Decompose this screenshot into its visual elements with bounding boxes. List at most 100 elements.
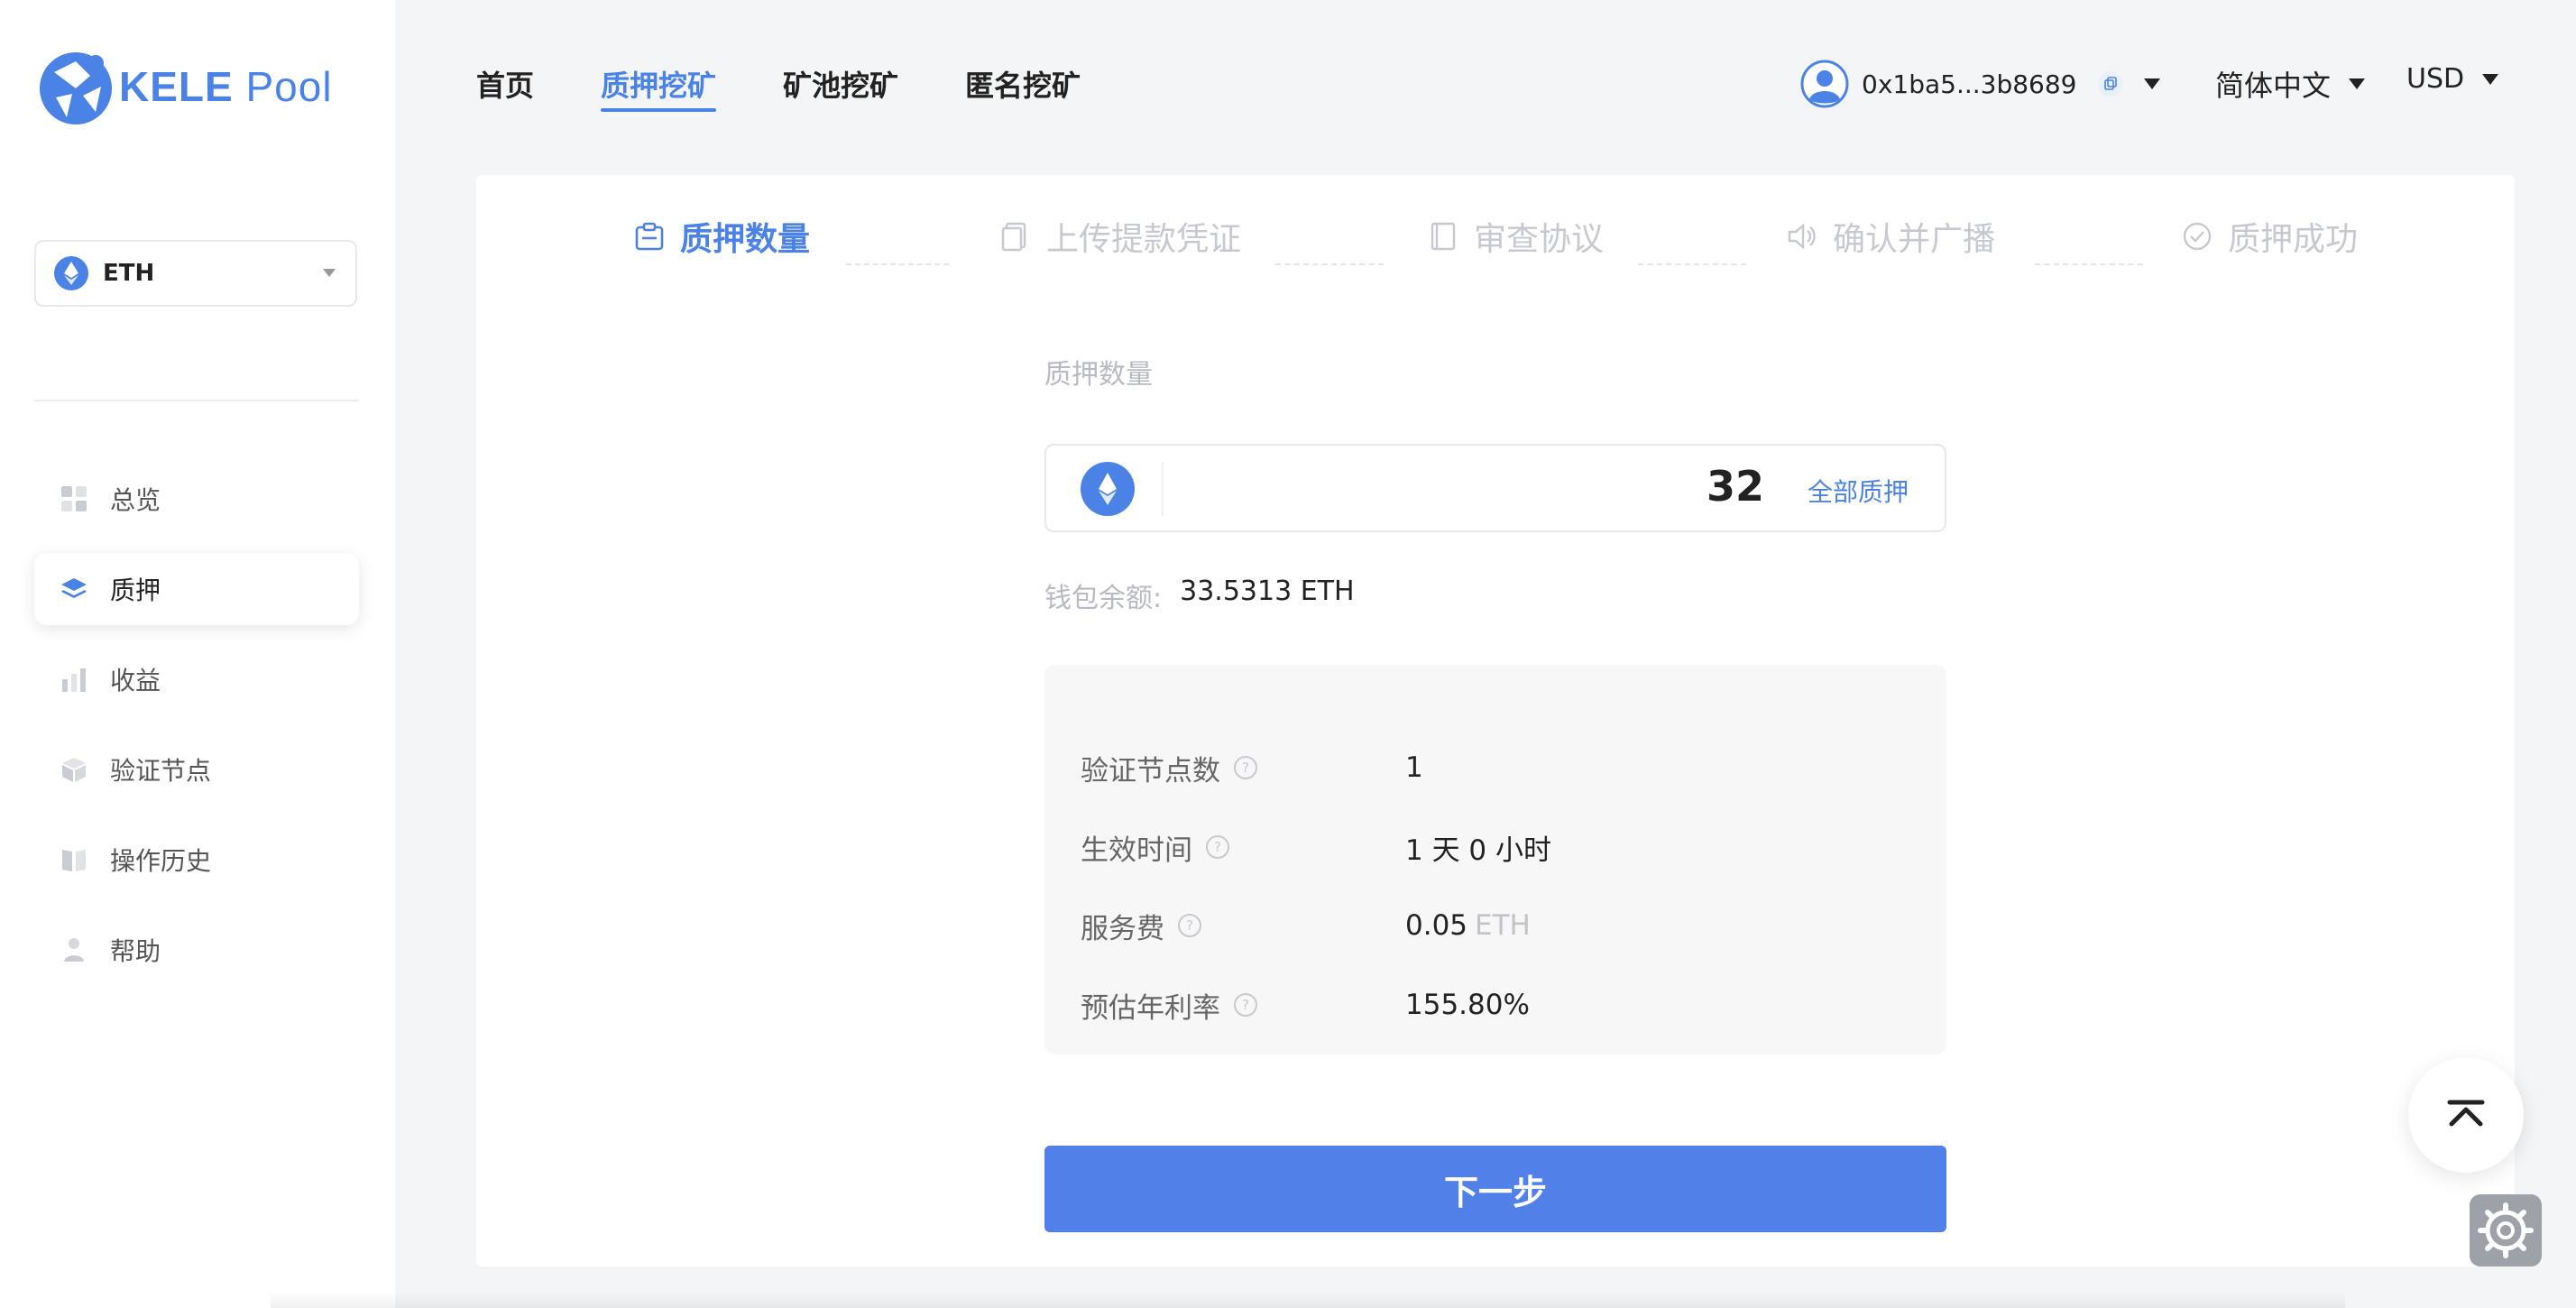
clipboard-icon xyxy=(635,222,664,251)
svg-text:?: ? xyxy=(1242,760,1249,776)
brand-logo[interactable]: KELE Pool xyxy=(36,45,333,128)
detail-label: 服务费 xyxy=(1081,912,1164,945)
arrow-up-to-top-icon xyxy=(2447,1100,2485,1127)
detail-row-apr: 预估年利率 ? 155.80% xyxy=(1081,982,1910,1027)
step-label: 确认并广播 xyxy=(1833,221,1996,258)
speaker-icon xyxy=(1788,223,1816,250)
notebook-icon xyxy=(1431,222,1456,251)
question-icon[interactable]: ? xyxy=(1177,913,1202,938)
next-step-button[interactable]: 下一步 xyxy=(1044,1146,1946,1232)
sidebar-divider xyxy=(34,400,359,401)
step-review-agreement: 审查协议 xyxy=(1427,207,1604,265)
step-stake-success: 质押成功 xyxy=(2181,207,2358,265)
chevron-down-icon xyxy=(2482,73,2499,85)
language-value: 简体中文 xyxy=(2215,69,2332,103)
question-icon[interactable]: ? xyxy=(1233,755,1258,780)
step-upload-credentials: 上传提款凭证 xyxy=(999,207,1241,265)
sidebar-item-label: 质押 xyxy=(110,576,161,605)
step-label: 质押成功 xyxy=(2228,221,2359,258)
settings-button[interactable] xyxy=(2470,1194,2542,1267)
stepper: 质押数量 上传提款凭证 审查协议 确认并广播 质押成功 xyxy=(476,207,2515,265)
stake-details-panel: 验证节点数 ? 1 生效时间 ? 1 天 0 小时 服务费 ? 0.05 ETH… xyxy=(1044,665,1946,1055)
sidebar-item-label: 验证节点 xyxy=(110,756,212,786)
check-circle-icon xyxy=(2183,222,2212,251)
ethereum-icon xyxy=(54,256,88,290)
detail-value: 155.80% xyxy=(1405,989,1530,1021)
sidebar-item-stake[interactable]: 质押 xyxy=(34,553,359,625)
detail-row-effective-time: 生效时间 ? 1 天 0 小时 xyxy=(1081,824,1910,870)
sidebar-item-label: 收益 xyxy=(110,666,161,695)
sidebar-item-overview[interactable]: 总览 xyxy=(34,463,359,535)
sidebar-item-label: 操作历史 xyxy=(110,846,212,876)
step-connector xyxy=(2035,263,2143,265)
tab-pool-mining[interactable]: 矿池挖矿 xyxy=(783,63,898,117)
help-person-icon xyxy=(64,938,84,962)
history-book-icon xyxy=(62,850,86,871)
sidebar-item-label: 总览 xyxy=(110,485,161,515)
svg-text:?: ? xyxy=(1214,839,1221,855)
chevron-down-icon[interactable] xyxy=(2143,78,2160,89)
detail-value-group: 0.05 ETH xyxy=(1405,909,1531,942)
detail-label: 生效时间 xyxy=(1081,834,1192,867)
svg-text:?: ? xyxy=(1242,997,1249,1013)
sidebar-item-earnings[interactable]: 收益 xyxy=(34,643,359,715)
step-connector xyxy=(846,263,949,265)
tab-anonymous-mining[interactable]: 匿名挖矿 xyxy=(965,63,1081,117)
step-stake-amount: 质押数量 xyxy=(633,207,810,265)
wallet-address: 0x1ba5...3b8689 xyxy=(1862,69,2077,99)
detail-value: 1 xyxy=(1405,751,1423,784)
chevron-down-icon xyxy=(2349,78,2366,89)
detail-value: 0.05 xyxy=(1405,909,1468,942)
detail-label: 验证节点数 xyxy=(1081,754,1220,788)
step-label: 审查协议 xyxy=(1474,221,1605,258)
sidebar-item-history[interactable]: 操作历史 xyxy=(34,824,359,896)
stake-card: 质押数量 上传提款凭证 审查协议 确认并广播 质押成功 质押数量 32 全部质押… xyxy=(476,175,2515,1267)
sidebar-item-label: 帮助 xyxy=(110,936,161,966)
svg-text:?: ? xyxy=(1186,917,1193,934)
detail-row-validators: 验证节点数 ? 1 xyxy=(1081,745,1910,790)
chain-selector[interactable]: ETH xyxy=(34,240,357,307)
currency-selector[interactable]: USD xyxy=(2406,63,2499,95)
sidebar-item-validators[interactable]: 验证节点 xyxy=(34,733,359,806)
copy-icon[interactable] xyxy=(2097,70,2124,97)
chevron-down-icon xyxy=(323,269,336,277)
detail-value: 1 天 0 小时 xyxy=(1405,834,1552,867)
question-icon[interactable]: ? xyxy=(1233,992,1258,1018)
step-label: 质押数量 xyxy=(680,221,811,258)
earnings-bar-icon xyxy=(62,668,86,692)
sidebar: KELE Pool ETH 总览 质押 收益 验证节点 操作历史 帮助 xyxy=(0,0,395,1308)
kele-logo-icon xyxy=(40,52,112,124)
balance-value: 33.5313 ETH xyxy=(1180,576,1355,607)
tab-stake-mining[interactable]: 质押挖矿 xyxy=(601,63,717,117)
step-connector xyxy=(1638,263,1746,265)
input-divider xyxy=(1162,462,1164,516)
amount-value[interactable]: 32 xyxy=(1707,462,1764,511)
amount-input[interactable]: 32 全部质押 xyxy=(1044,444,1946,532)
sidebar-item-help[interactable]: 帮助 xyxy=(34,914,359,986)
gear-icon xyxy=(2478,1202,2534,1258)
top-nav: 首页 质押挖矿 矿池挖矿 匿名挖矿 xyxy=(476,63,1147,117)
tab-home[interactable]: 首页 xyxy=(476,63,534,117)
account-menu[interactable]: 0x1ba5...3b8689 xyxy=(1800,60,2160,108)
wallet-balance: 钱包余额: 33.5313 ETH xyxy=(1044,576,1355,615)
chain-selector-value: ETH xyxy=(103,260,155,287)
currency-value: USD xyxy=(2406,63,2465,95)
detail-row-service-fee: 服务费 ? 0.05 ETH xyxy=(1081,903,1910,948)
stake-all-button[interactable]: 全部质押 xyxy=(1808,473,1909,509)
detail-unit: ETH xyxy=(1475,909,1531,942)
step-connector xyxy=(1275,263,1384,265)
back-to-top-button[interactable] xyxy=(2408,1057,2524,1173)
detail-label: 预估年利率 xyxy=(1081,991,1220,1025)
avatar-icon xyxy=(1800,60,1849,108)
amount-field-title: 质押数量 xyxy=(1044,359,1153,391)
stake-layers-icon xyxy=(61,578,87,598)
language-selector[interactable]: 简体中文 xyxy=(2215,63,2366,105)
balance-label: 钱包余额: xyxy=(1044,583,1163,614)
question-icon[interactable]: ? xyxy=(1205,834,1230,860)
brand-name: KELE Pool xyxy=(119,63,333,110)
validator-cube-icon xyxy=(62,758,86,782)
page-bottom-shadow xyxy=(271,1292,2345,1308)
ethereum-icon xyxy=(1081,462,1135,516)
overview-grid-icon xyxy=(61,486,87,511)
step-label: 上传提款凭证 xyxy=(1046,221,1242,258)
